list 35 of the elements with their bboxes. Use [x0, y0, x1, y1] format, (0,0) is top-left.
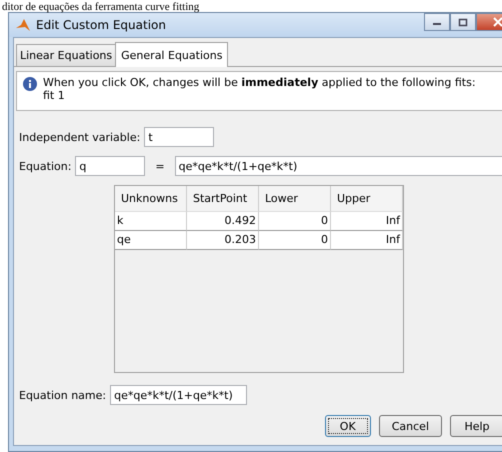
- table-cell[interactable]: Inf: [331, 212, 403, 231]
- table-cell[interactable]: k: [115, 212, 187, 231]
- column-header[interactable]: Lower: [259, 186, 331, 212]
- info-message: When you click OK, changes will be immediately applied to the following fits:: [43, 76, 476, 89]
- equals-sign: =: [155, 160, 165, 172]
- independent-variable-field[interactable]: t: [144, 127, 214, 147]
- equation-name-field[interactable]: qe*qe*k*t/(1+qe*k*t): [110, 385, 248, 405]
- table-cell[interactable]: 0: [259, 231, 331, 250]
- field-label: Equation name:: [19, 388, 106, 402]
- table-cell[interactable]: qe: [115, 231, 187, 250]
- table-cell[interactable]: 0: [259, 212, 331, 231]
- document-caption: ditor de equações da ferramenta curve fitting: [2, 1, 200, 13]
- equation-rhs-field[interactable]: qe*qe*k*t/(1+qe*k*t): [174, 156, 502, 176]
- table-cell[interactable]: Inf: [331, 231, 403, 250]
- minimize-button[interactable]: [424, 13, 450, 31]
- column-header[interactable]: Unknowns: [115, 186, 187, 212]
- field-label: Equation:: [19, 160, 72, 172]
- table-cell[interactable]: 0.492: [187, 212, 259, 231]
- dialog-button[interactable]: Help: [450, 415, 502, 437]
- close-icon: [493, 17, 502, 27]
- table-cell[interactable]: 0.203: [187, 231, 259, 250]
- field-label: Independent variable:: [19, 130, 140, 144]
- dialog-button[interactable]: Cancel: [378, 415, 442, 437]
- window-title: Edit Custom Equation: [36, 18, 166, 32]
- dialog-button[interactable]: OK: [324, 415, 371, 437]
- maximize-button[interactable]: [450, 13, 476, 31]
- info-icon: [23, 77, 37, 91]
- column-header[interactable]: Upper: [331, 186, 403, 212]
- fit-name: fit 1: [43, 89, 66, 102]
- tab[interactable]: Linear Equations: [16, 44, 116, 66]
- equation-lhs-field[interactable]: q: [75, 156, 146, 176]
- column-header[interactable]: StartPoint: [187, 186, 259, 212]
- tab[interactable]: General Equations: [115, 42, 228, 67]
- app-logo-icon: [15, 17, 31, 33]
- maximize-icon: [458, 18, 468, 26]
